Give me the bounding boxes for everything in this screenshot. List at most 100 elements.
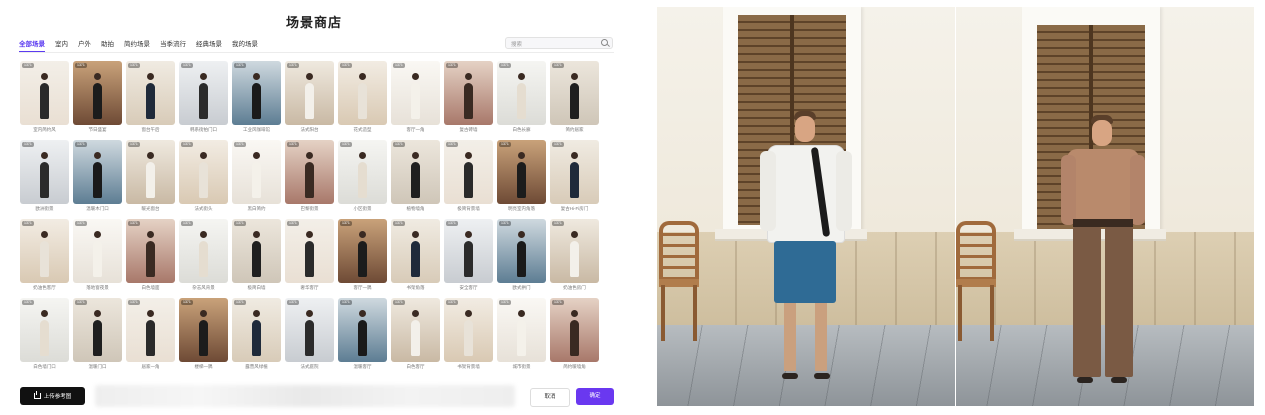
scene-card[interactable]: 1371 法式阳台 [285,61,334,133]
scene-thumbnail[interactable]: 1371 [285,61,334,125]
scene-card[interactable]: 1371 极简白墙 [232,219,281,291]
scene-card[interactable]: 1371 花式造型 [338,61,387,133]
scene-card[interactable]: 1371 节日盛宴 [73,61,122,133]
scene-card[interactable]: 1371 小区街景 [338,140,387,212]
scene-card[interactable]: 1371 简约暖墙角 [550,298,599,370]
scene-thumbnail[interactable]: 1371 [338,61,387,125]
scene-thumbnail[interactable]: 1371 [550,298,599,362]
scene-card[interactable]: 1371 植物墙角 [391,140,440,212]
tab-4[interactable]: 简约场景 [124,38,150,52]
scene-card[interactable]: 1371 欧洲街景 [20,140,69,212]
scene-thumbnail[interactable]: 1371 [20,219,69,283]
scene-thumbnail[interactable]: 1371 [232,298,281,362]
scene-card[interactable]: 1371 落地窗夜景 [73,219,122,291]
scene-thumbnail[interactable]: 1371 [20,61,69,125]
scene-card[interactable]: 1371 室内简约风 [20,61,69,133]
scene-card[interactable]: 1371 温暖客厅 [338,298,387,370]
scene-thumbnail[interactable]: 1371 [444,219,493,283]
scene-card[interactable]: 1371 客厅一隅 [338,219,387,291]
scene-card[interactable]: 1371 简约居家 [550,61,599,133]
scene-card[interactable]: 1371 极简背景墙 [444,140,493,212]
scene-thumbnail[interactable]: 1371 [338,298,387,362]
scene-card[interactable]: 1371 窗台午后 [126,61,175,133]
scene-thumbnail[interactable]: 1371 [73,61,122,125]
upload-reference-button[interactable]: 上传参考图 [20,387,85,405]
scene-card[interactable]: 1371 复古砖墙 [444,61,493,133]
tab-1[interactable]: 室内 [55,38,68,52]
scene-thumbnail[interactable]: 1371 [126,298,175,362]
tab-7[interactable]: 我的场景 [232,38,258,52]
scene-card[interactable]: 1371 复古Hi-Fi房门 [550,140,599,212]
scene-card[interactable]: 1371 韩系街拍门口 [179,61,228,133]
scene-card[interactable]: 1371 书架角落 [391,219,440,291]
scene-thumbnail[interactable]: 1371 [444,298,493,362]
scene-thumbnail[interactable]: 1371 [232,219,281,283]
scene-thumbnail[interactable]: 1371 [232,61,281,125]
scene-card[interactable]: 1371 安全客厅 [444,219,493,291]
scene-card[interactable]: 1371 白色客厅 [391,298,440,370]
scene-card[interactable]: 1371 奢华客厅 [285,219,334,291]
scene-thumbnail[interactable]: 1371 [285,219,334,283]
scene-thumbnail[interactable]: 1371 [550,140,599,204]
tab-6[interactable]: 经典场景 [196,38,222,52]
scene-thumbnail[interactable]: 1371 [497,140,546,204]
scene-thumbnail[interactable]: 1371 [285,140,334,204]
scene-thumbnail[interactable]: 1371 [179,298,228,362]
scene-card[interactable]: 1371 杂志风背景 [179,219,228,291]
scene-thumbnail[interactable]: 1371 [179,219,228,283]
confirm-button[interactable]: 确定 [576,388,614,405]
search-icon[interactable] [601,39,608,46]
scene-thumbnail[interactable]: 1371 [232,140,281,204]
scene-thumbnail[interactable]: 1371 [20,298,69,362]
scene-card[interactable]: 1371 书架背景墙 [444,298,493,370]
scene-thumbnail[interactable]: 1371 [338,219,387,283]
scene-card[interactable]: 1371 温暖门口 [73,298,122,370]
scene-thumbnail[interactable]: 1371 [391,61,440,125]
scene-thumbnail[interactable]: 1371 [497,298,546,362]
scene-card[interactable]: 1371 黑白简约 [232,140,281,212]
result-photo-2[interactable] [956,7,1254,406]
scene-card[interactable]: 1371 客厅一角 [391,61,440,133]
scene-card[interactable]: 1371 奶油色客厅 [20,219,69,291]
scene-card[interactable]: 1371 欧式拱门 [497,219,546,291]
scene-thumbnail[interactable]: 1371 [444,140,493,204]
scene-card[interactable]: 1371 白色墙面 [126,219,175,291]
scene-card[interactable]: 1371 白色长廊 [497,61,546,133]
scene-card[interactable]: 1371 工业风咖啡馆 [232,61,281,133]
search-input[interactable]: 搜索 [505,37,613,49]
scene-thumbnail[interactable]: 1371 [73,140,122,204]
scene-thumbnail[interactable]: 1371 [179,61,228,125]
scene-thumbnail[interactable]: 1371 [126,140,175,204]
scene-card[interactable]: 1371 巴黎街景 [285,140,334,212]
scene-thumbnail[interactable]: 1371 [444,61,493,125]
result-photo-1[interactable] [657,7,955,406]
tab-5[interactable]: 当季流行 [160,38,186,52]
scene-card[interactable]: 1371 奶油色房门 [550,219,599,291]
scene-thumbnail[interactable]: 1371 [550,61,599,125]
scene-thumbnail[interactable]: 1371 [391,140,440,204]
scene-thumbnail[interactable]: 1371 [550,219,599,283]
scene-card[interactable]: 1371 楼梯一隅 [179,298,228,370]
scene-thumbnail[interactable]: 1371 [391,298,440,362]
scene-card[interactable]: 1371 法式庭院 [285,298,334,370]
scene-thumbnail[interactable]: 1371 [73,219,122,283]
tab-2[interactable]: 户外 [78,38,91,52]
scene-card[interactable]: 1371 明亮室内角落 [497,140,546,212]
scene-thumbnail[interactable]: 1371 [126,61,175,125]
scene-thumbnail[interactable]: 1371 [126,219,175,283]
cancel-button[interactable]: 取消 [530,388,570,407]
scene-card[interactable]: 1371 温暖木门口 [73,140,122,212]
scene-thumbnail[interactable]: 1371 [338,140,387,204]
scene-thumbnail[interactable]: 1371 [497,219,546,283]
scene-card[interactable]: 1371 白色墙门口 [20,298,69,370]
scene-thumbnail[interactable]: 1371 [285,298,334,362]
tab-0[interactable]: 全部场景 [19,38,45,52]
scene-card[interactable]: 1371 露营风绿植 [232,298,281,370]
scene-thumbnail[interactable]: 1371 [391,219,440,283]
scene-card[interactable]: 1371 暖光窗台 [126,140,175,212]
scene-thumbnail[interactable]: 1371 [497,61,546,125]
scene-thumbnail[interactable]: 1371 [179,140,228,204]
scene-thumbnail[interactable]: 1371 [20,140,69,204]
tab-3[interactable]: 助拍 [101,38,114,52]
scene-thumbnail[interactable]: 1371 [73,298,122,362]
